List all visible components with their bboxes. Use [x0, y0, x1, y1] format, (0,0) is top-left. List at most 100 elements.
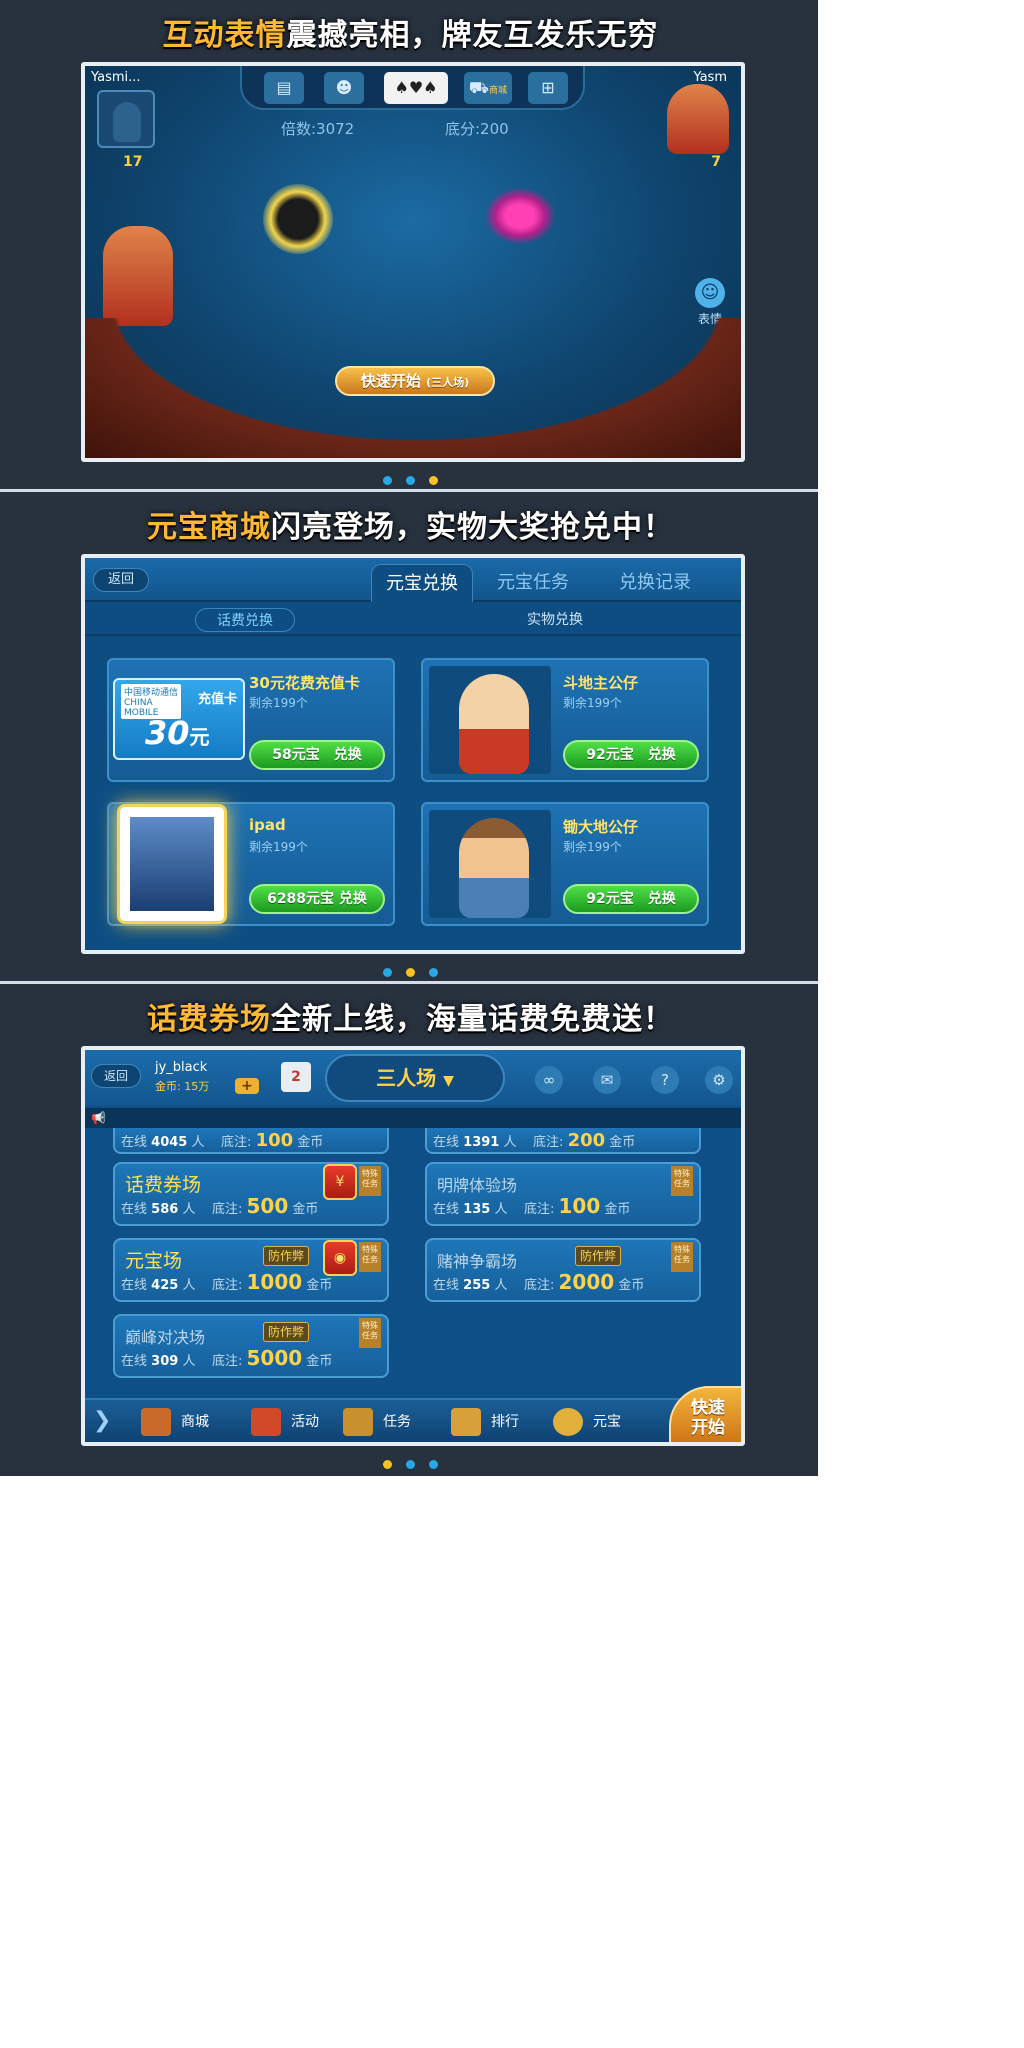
tab-records[interactable]: 兑换记录: [605, 564, 705, 602]
room-stats: 在线 135 人 底注: 100 金币: [433, 1194, 691, 1218]
room-card[interactable]: 明牌体验场 特殊任务 在线 135 人 底注: 100 金币: [425, 1162, 701, 1226]
help-icon[interactable]: ?: [651, 1066, 679, 1094]
people-label: 人: [494, 1278, 508, 1293]
left-player-name: Yasmi...: [91, 70, 141, 85]
nav-item-tasks[interactable]: 任务: [343, 1406, 411, 1438]
calendar-icon[interactable]: 2: [281, 1062, 311, 1092]
page-dot-active[interactable]: [383, 1460, 392, 1469]
quick-start-button[interactable]: 快速开始 (三人场): [335, 366, 495, 396]
banner-text: 全新上线，海量话费免费送！: [271, 1002, 674, 1037]
back-button[interactable]: 返回: [91, 1064, 141, 1088]
mail-icon[interactable]: ✉: [593, 1066, 621, 1094]
section-emotes: 互动表情震撼亮相，牌友互发乐无穷 ▤ ☻ ♠♥♠ ⛟商城 ⊞ 倍数:3072 底…: [3, 0, 818, 488]
subtab-phone-credit[interactable]: 话费兑换: [195, 608, 295, 632]
exchange-button[interactable]: 58元宝 兑换: [249, 740, 385, 770]
cards-icon[interactable]: ♠♥♠: [384, 72, 448, 104]
nav-label: 任务: [383, 1414, 411, 1430]
shop-screenshot: 返回 元宝兑换 元宝任务 兑换记录 话费兑换 实物兑换 中国移动通信 CHINA…: [81, 554, 745, 954]
divider: [85, 634, 741, 636]
nav-item-shop[interactable]: 商城: [141, 1406, 209, 1438]
shop-header: 返回 元宝兑换 元宝任务 兑换记录: [85, 558, 741, 602]
coin-balance: 金币: 15万: [155, 1080, 210, 1093]
room-stats: 在线 425 人 底注: 1000 金币: [121, 1270, 379, 1294]
table-row[interactable]: 在线 4045 人 底注: 100 金币: [113, 1128, 389, 1154]
exchange-button[interactable]: 6288元宝 兑换: [249, 884, 385, 914]
quick-start-button[interactable]: 快速 开始: [669, 1386, 741, 1442]
people-label: 人: [182, 1202, 196, 1217]
room-card[interactable]: 话费券场 ¥ 特殊任务 在线 586 人 底注: 500 金币: [113, 1162, 389, 1226]
bet-label: 底注:: [211, 1202, 243, 1217]
table-row[interactable]: 在线 1391 人 底注: 200 金币: [425, 1128, 701, 1154]
online-count: 255: [463, 1278, 491, 1293]
page-dot[interactable]: [383, 968, 392, 977]
avatar[interactable]: [97, 90, 155, 148]
card-kind: 充值卡: [197, 692, 237, 707]
shop-icon: [141, 1408, 171, 1436]
online-count: 309: [151, 1354, 179, 1369]
page-dot[interactable]: [429, 968, 438, 977]
tab-exchange[interactable]: 元宝兑换: [371, 564, 473, 602]
nav-item-events[interactable]: 活动: [251, 1406, 319, 1438]
room-card[interactable]: 巅峰对决场 防作弊 特殊任务 在线 309 人 底注: 5000 金币: [113, 1314, 389, 1378]
people-label: 人: [182, 1278, 196, 1293]
room-name: 元宝场: [125, 1250, 183, 1272]
list-item: ipad 剩余199个 6288元宝 兑换: [107, 802, 395, 926]
gear-icon[interactable]: ⚙: [705, 1066, 733, 1094]
card-amount: 30元: [145, 714, 210, 752]
nav-item-ingot[interactable]: 元宝: [553, 1406, 621, 1438]
people-label: 人: [182, 1354, 196, 1369]
mode-select[interactable]: 三人场 ▼: [325, 1054, 505, 1102]
exchange-button[interactable]: 92元宝 兑换: [563, 740, 699, 770]
phone-card-image: 中国移动通信 CHINA MOBILE 充值卡 30元: [113, 678, 245, 760]
box-icon[interactable]: ▤: [264, 72, 304, 104]
page-dot-active[interactable]: [429, 476, 438, 485]
item-thumbnail: [429, 810, 551, 918]
special-task-ribbon: 特殊任务: [359, 1166, 381, 1196]
bomb-emote-icon: [263, 184, 333, 254]
anti-cheat-tag: 防作弊: [575, 1246, 622, 1266]
online-count: 135: [463, 1202, 491, 1217]
bet-value: 100: [255, 1130, 294, 1151]
page-dot[interactable]: [406, 476, 415, 485]
gift-icon: [251, 1408, 281, 1436]
exchange-button[interactable]: 92元宝 兑换: [563, 884, 699, 914]
nav-item-ranking[interactable]: 排行: [451, 1406, 519, 1438]
page-dot-active[interactable]: [406, 968, 415, 977]
add-coins-button[interactable]: +: [235, 1078, 259, 1094]
multiplier-text: 倍数:3072: [281, 120, 355, 138]
bet-label: 底注:: [523, 1202, 555, 1217]
item-title: 30元花费充值卡: [249, 674, 360, 692]
left-player-character: [103, 226, 173, 326]
nav-label: 活动: [291, 1414, 319, 1430]
section-rooms: 话费券场全新上线，海量话费免费送！ 返回 jy_black 金币: 15万 + …: [3, 984, 818, 1472]
back-button[interactable]: 返回: [93, 568, 149, 592]
username: jy_black: [155, 1060, 208, 1075]
people-label: 人: [503, 1135, 517, 1150]
banner-text: 闪亮登场，实物大奖抢兑中！: [271, 510, 674, 545]
tab-tasks[interactable]: 元宝任务: [483, 564, 583, 602]
smiley-icon: ☺: [695, 278, 725, 308]
cart-icon[interactable]: ⛟商城: [464, 72, 512, 104]
banner-highlight: 话费券场: [147, 1002, 271, 1037]
chevron-right-icon[interactable]: ❯: [93, 1408, 111, 1433]
section-banner: 话费券场全新上线，海量话费免费送！: [3, 994, 818, 1048]
subtab-physical[interactable]: 实物兑换: [505, 608, 605, 632]
special-task-ribbon: 特殊任务: [359, 1242, 381, 1272]
gift-icon[interactable]: ⊞: [528, 72, 568, 104]
online-label: 在线: [121, 1202, 148, 1217]
item-remaining: 剩余199个: [563, 696, 622, 710]
room-card[interactable]: 赌神争霸场 防作弊 特殊任务 在线 255 人 底注: 2000 金币: [425, 1238, 701, 1302]
room-card[interactable]: 元宝场 防作弊 ◉ 特殊任务 在线 425 人 底注: 1000 金币: [113, 1238, 389, 1302]
list-item: 锄大地公仔 剩余199个 92元宝 兑换: [421, 802, 709, 926]
kiss-emote-icon: [485, 188, 555, 244]
page-dot[interactable]: [406, 1460, 415, 1469]
online-label: 在线: [121, 1354, 148, 1369]
online-count: 4045: [151, 1135, 188, 1150]
game-table-screenshot: ▤ ☻ ♠♥♠ ⛟商城 ⊞ 倍数:3072 底分:200 Yasmi... 17…: [81, 62, 745, 462]
bet-label: 底注:: [523, 1278, 555, 1293]
friends-icon[interactable]: ∞: [535, 1066, 563, 1094]
item-title: 锄大地公仔: [563, 818, 639, 836]
page-dot[interactable]: [383, 476, 392, 485]
page-dot[interactable]: [429, 1460, 438, 1469]
robot-icon[interactable]: ☻: [324, 72, 364, 104]
